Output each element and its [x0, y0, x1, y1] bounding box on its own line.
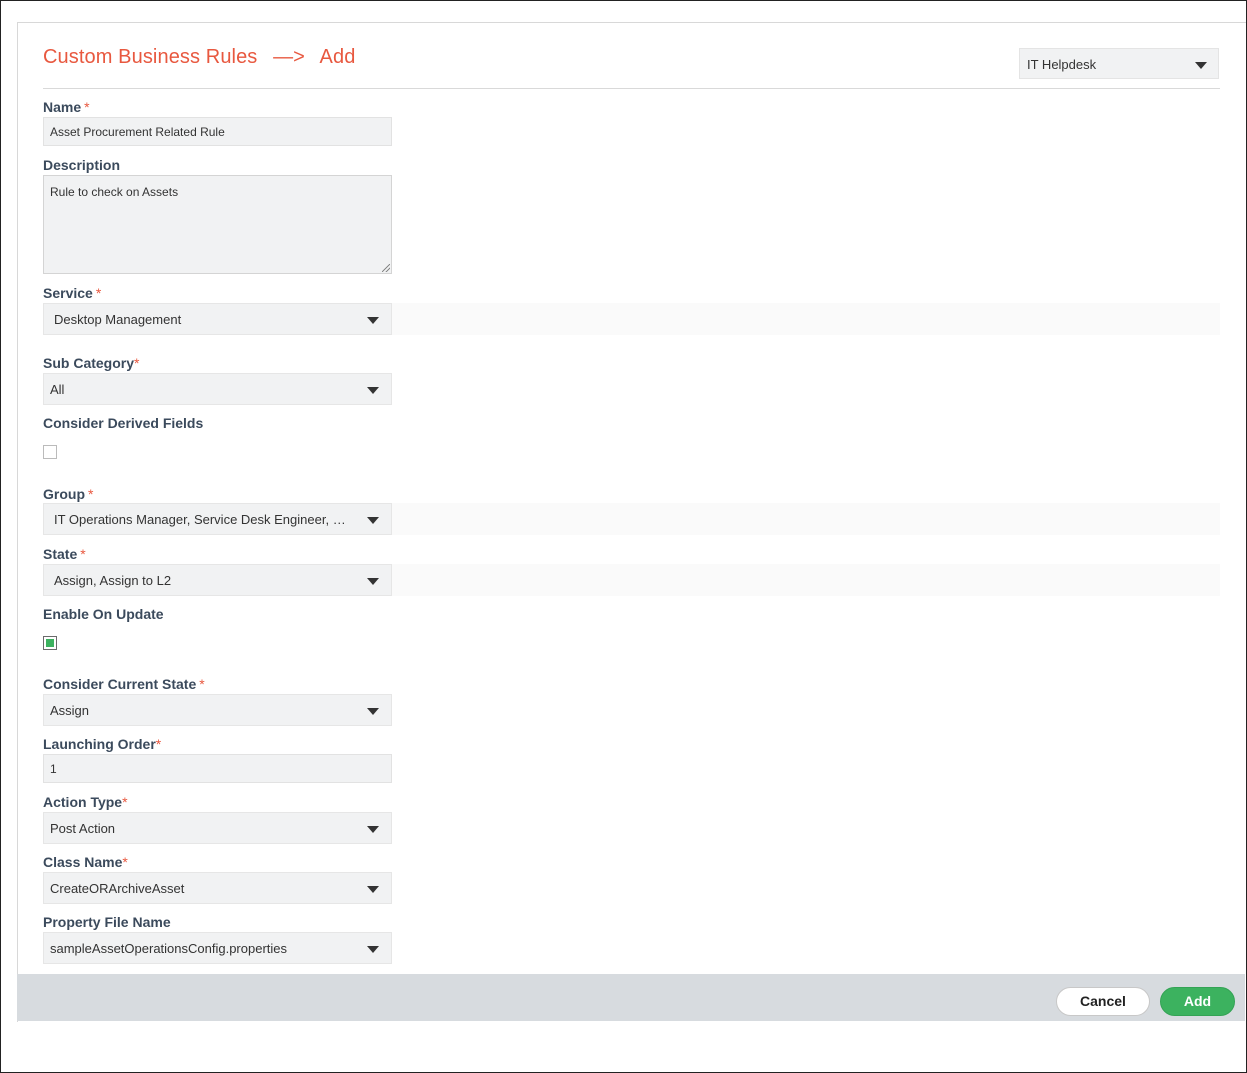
consider-derived-fields-checkbox[interactable]: [43, 445, 57, 459]
portal-select[interactable]: IT Helpdesk: [1019, 48, 1219, 79]
state-select[interactable]: Assign, Assign to L2: [43, 564, 392, 596]
sub-category-select[interactable]: All: [43, 373, 392, 405]
chevron-down-icon: [367, 578, 379, 585]
chevron-down-icon: [367, 826, 379, 833]
resize-grip-icon[interactable]: [382, 264, 390, 272]
class-name-select[interactable]: CreateORArchiveAsset: [43, 872, 392, 904]
service-label: Service *: [43, 285, 102, 301]
chevron-down-icon: [367, 317, 379, 324]
add-button[interactable]: Add: [1160, 987, 1235, 1016]
required-mark: *: [122, 794, 128, 810]
chevron-down-icon: [367, 708, 379, 715]
chevron-down-icon: [367, 946, 379, 953]
required-mark: *: [88, 486, 94, 502]
group-label: Group *: [43, 486, 94, 502]
description-textarea[interactable]: Rule to check on Assets: [43, 175, 392, 274]
required-mark: *: [155, 736, 162, 752]
action-type-label: Action Type*: [43, 794, 128, 810]
launching-order-input[interactable]: 1: [43, 754, 392, 783]
chevron-down-icon: [367, 517, 379, 524]
class-name-select-value: CreateORArchiveAsset: [50, 881, 185, 896]
sub-category-label: Sub Category*: [43, 355, 140, 371]
required-mark: *: [199, 676, 205, 692]
required-mark: *: [95, 285, 102, 301]
breadcrumb-arrow: —>: [273, 46, 305, 68]
sub-category-select-value: All: [50, 382, 65, 397]
consider-current-state-label: Consider Current State *: [43, 676, 205, 692]
action-type-select-value: Post Action: [50, 821, 116, 836]
consider-current-state-select[interactable]: Assign: [43, 694, 392, 726]
consider-derived-fields-label: Consider Derived Fields: [43, 415, 204, 431]
group-row-band: [392, 503, 1220, 535]
state-label: State *: [43, 546, 86, 562]
group-select-value: IT Operations Manager, Service Desk Engi…: [54, 512, 349, 527]
chevron-down-icon: [367, 886, 379, 893]
enable-on-update-label: Enable On Update: [43, 606, 164, 622]
service-select-value: Desktop Management: [54, 312, 182, 327]
name-label: Name *: [43, 99, 90, 115]
class-name-label: Class Name*: [43, 854, 128, 870]
checkbox-checked-fill: [46, 639, 54, 647]
required-mark: *: [122, 854, 128, 870]
service-select[interactable]: Desktop Management: [43, 303, 392, 335]
chevron-down-icon: [1195, 62, 1207, 69]
portal-select-value: IT Helpdesk: [1027, 57, 1097, 72]
page-title-action: Add: [319, 46, 356, 68]
chevron-down-icon: [367, 387, 379, 394]
cancel-button[interactable]: Cancel: [1056, 987, 1150, 1016]
title-divider: [43, 88, 1220, 89]
required-mark: *: [80, 546, 86, 562]
group-select[interactable]: IT Operations Manager, Service Desk Engi…: [43, 503, 392, 535]
page-title-main: Custom Business Rules: [43, 46, 258, 68]
action-type-select[interactable]: Post Action: [43, 812, 392, 844]
description-value: Rule to check on Assets: [50, 185, 179, 199]
page-title: Custom Business Rules —> Add: [43, 46, 355, 69]
service-row-band: [392, 303, 1220, 335]
launching-order-label: Launching Order*: [43, 736, 162, 752]
state-row-band: [392, 564, 1220, 596]
consider-current-state-select-value: Assign: [50, 703, 90, 718]
property-file-name-select[interactable]: sampleAssetOperationsConfig.properties: [43, 932, 392, 964]
property-file-name-label: Property File Name: [43, 914, 171, 930]
name-input[interactable]: Asset Procurement Related Rule: [43, 117, 392, 146]
required-mark: *: [134, 355, 140, 371]
required-mark: *: [84, 99, 90, 115]
description-label: Description: [43, 157, 121, 173]
state-select-value: Assign, Assign to L2: [54, 573, 172, 588]
enable-on-update-checkbox[interactable]: [43, 636, 57, 650]
property-file-name-select-value: sampleAssetOperationsConfig.properties: [50, 941, 288, 956]
